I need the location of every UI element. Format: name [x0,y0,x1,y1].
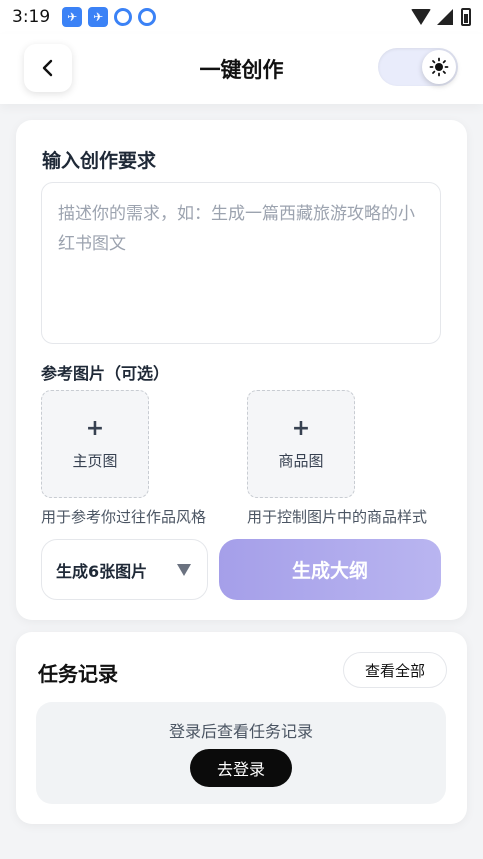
notification-app-icon [138,8,157,26]
battery-icon [461,8,471,26]
image-count-value: 生成6张图片 [56,561,148,581]
status-bar: 3:19 ✈ ✈ [0,0,483,34]
upload-homepage-image[interactable]: + 主页图 [41,390,149,498]
upload-label: 主页图 [72,451,118,470]
signal-icon [437,9,453,25]
task-empty-state: 登录后查看任务记录 去登录 [36,702,446,804]
notification-bird-icon: ✈ [88,7,109,27]
plus-icon: + [291,415,311,441]
notification-bird-icon: ✈ [62,7,83,27]
status-time: 3:19 [12,7,51,27]
theme-toggle[interactable] [378,48,458,86]
login-button[interactable]: 去登录 [190,749,292,787]
upload-hint: 用于参考你过往作品风格 [41,508,207,526]
generate-outline-button[interactable]: 生成大纲 [219,539,441,600]
notification-app-icon [114,8,133,26]
reference-images-label: 参考图片（可选） [41,364,170,383]
task-record-title: 任务记录 [38,662,118,686]
sun-icon [429,57,449,77]
top-app-bar: 一键创作 [0,34,483,104]
wifi-icon [411,9,431,25]
upload-product-image[interactable]: + 商品图 [247,390,355,498]
empty-state-text: 登录后查看任务记录 [168,722,313,741]
upload-label: 商品图 [278,451,324,470]
section-title: 输入创作要求 [42,150,157,172]
view-all-button[interactable]: 查看全部 [343,652,447,688]
caret-down-icon [177,564,191,576]
request-textarea[interactable]: 描述你的需求，如：生成一篇西藏旅游攻略的小红书图文 [41,182,441,344]
plus-icon: + [85,415,105,441]
task-record-card: 任务记录 查看全部 登录后查看任务记录 去登录 [16,632,467,824]
request-placeholder: 描述你的需求，如：生成一篇西藏旅游攻略的小红书图文 [58,204,415,254]
image-count-select[interactable]: 生成6张图片 [41,539,208,600]
create-card: 输入创作要求 描述你的需求，如：生成一篇西藏旅游攻略的小红书图文 参考图片（可选… [16,120,467,620]
theme-toggle-knob[interactable] [422,50,456,84]
upload-hint: 用于控制图片中的商品样式 [247,508,428,526]
